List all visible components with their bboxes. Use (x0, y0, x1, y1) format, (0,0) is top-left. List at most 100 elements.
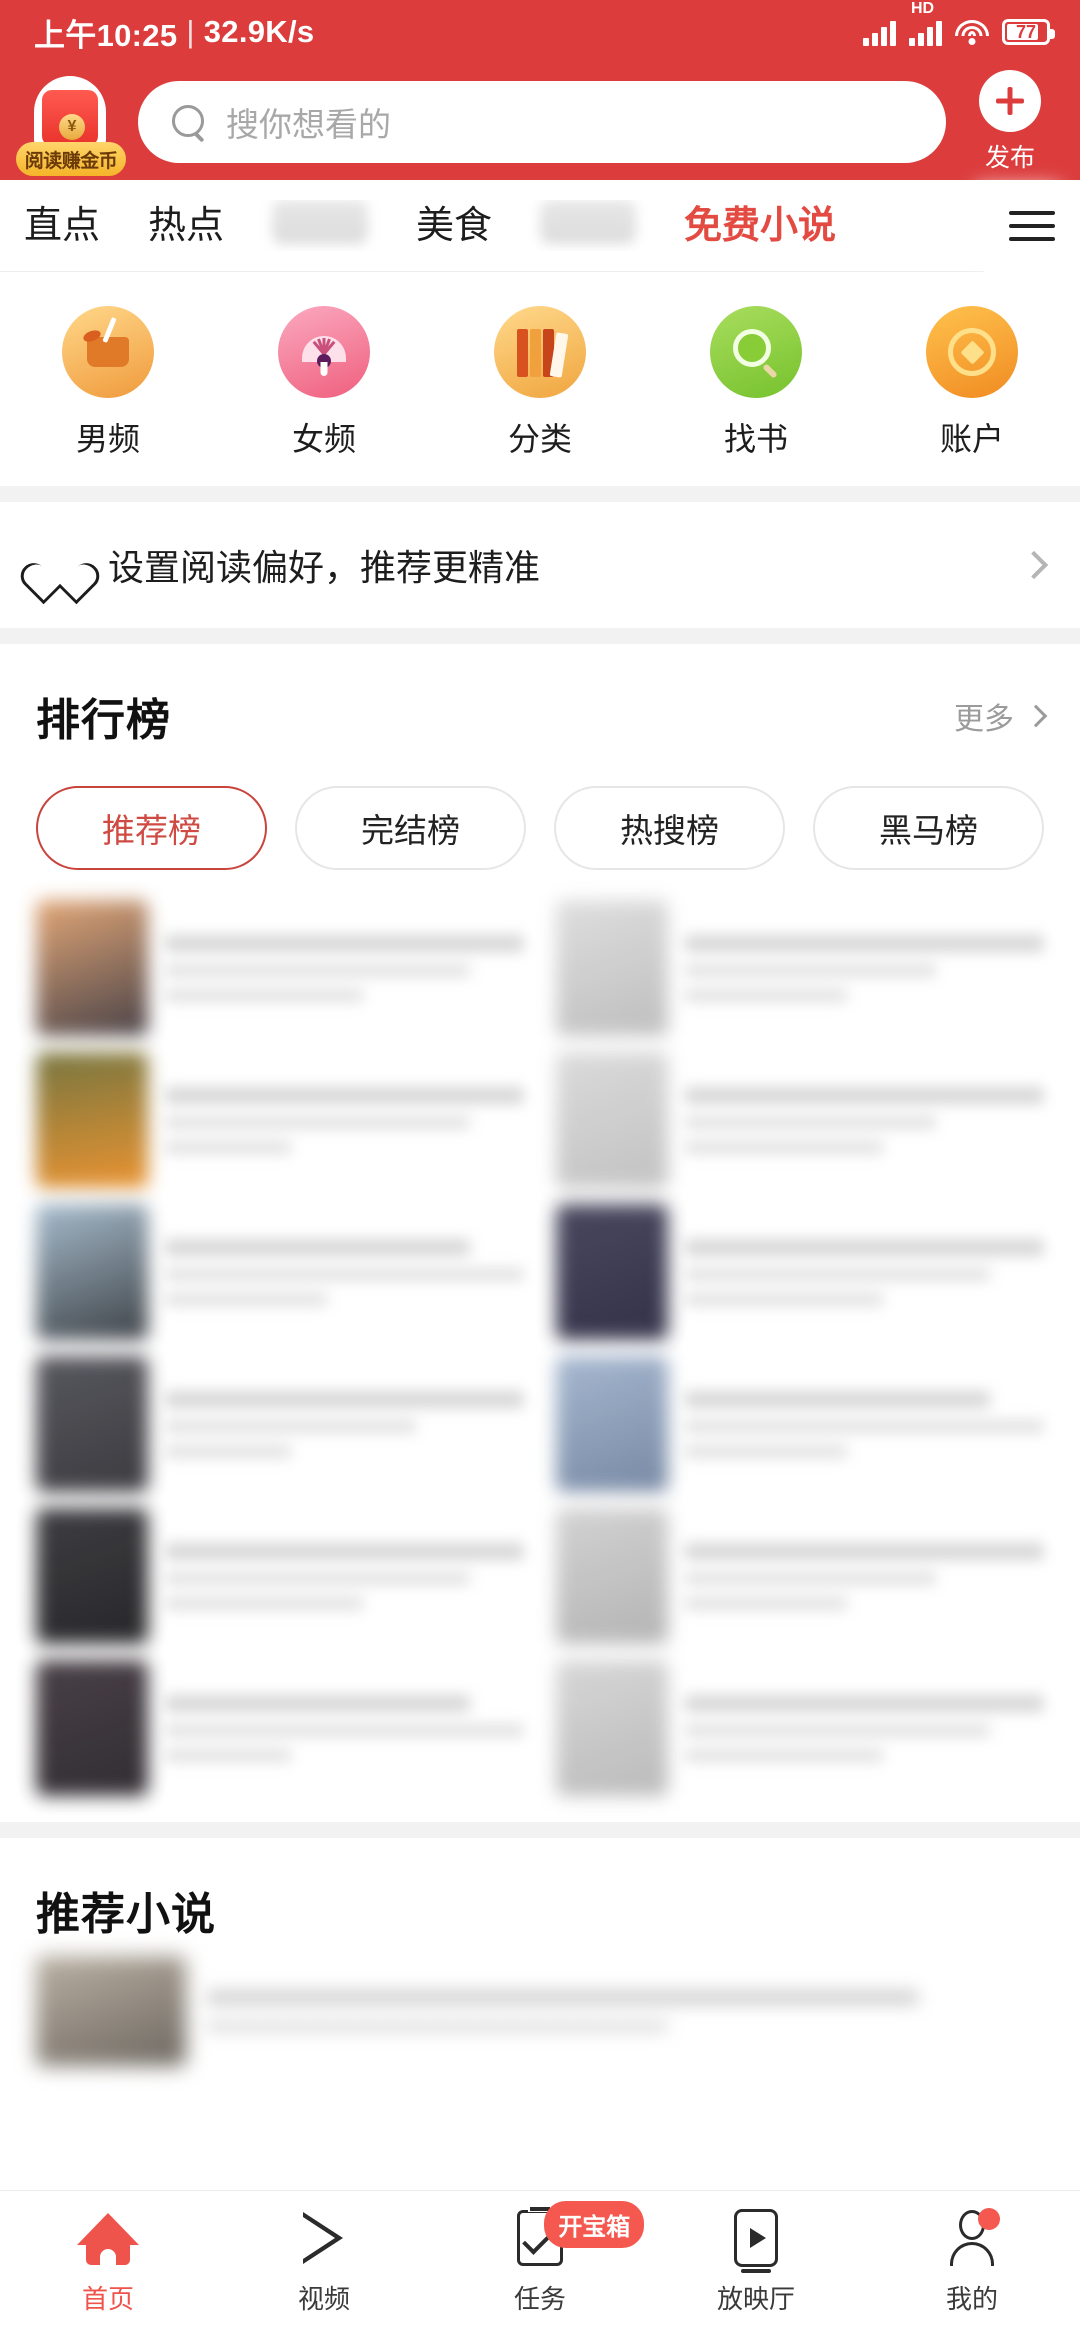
screening-icon (725, 2207, 787, 2269)
search-input[interactable]: 搜你想看的 (138, 81, 946, 163)
chip-darkhorse[interactable]: 黑马榜 (813, 786, 1044, 870)
book-cover (36, 1204, 148, 1340)
read-earn-coins-button[interactable]: ¥ 阅读赚金币 (18, 70, 122, 174)
hamburger-icon (1009, 211, 1055, 215)
ranking-chip-group: 推荐榜 完结榜 热搜榜 黑马榜 (0, 756, 1080, 892)
book-list-item[interactable] (540, 1500, 1060, 1652)
tab-label: 放映厅 (717, 2279, 795, 2316)
book-cover (556, 1204, 668, 1340)
tab-video[interactable]: 视频 (216, 2207, 432, 2316)
book-info (208, 1989, 1044, 2033)
search-row: ¥ 阅读赚金币 搜你想看的 发布 (0, 64, 1080, 180)
reward-badge-label: 阅读赚金币 (16, 142, 126, 176)
page-title: 排行榜 (36, 684, 954, 748)
book-list-item[interactable] (20, 1652, 540, 1804)
search-placeholder: 搜你想看的 (226, 98, 391, 146)
app-header: 上午10:25 | 32.9K/s HD 77 (0, 0, 1080, 180)
status-bar-left: 上午10:25 | 32.9K/s (34, 10, 314, 55)
status-time: 上午10:25 (34, 10, 177, 55)
hd-signal-icon: HD (909, 18, 942, 46)
ranking-more-button[interactable]: 更多 (954, 694, 1044, 738)
book-list-item[interactable] (20, 1348, 540, 1500)
quick-entry-account[interactable]: 账户 (864, 306, 1080, 460)
book-cover (556, 1660, 668, 1796)
book-info (686, 1239, 1044, 1306)
quick-entry-label: 账户 (940, 414, 1004, 460)
ranking-book-grid (0, 892, 1080, 1822)
hd-label: HD (911, 1, 934, 17)
book-info (686, 1543, 1044, 1610)
wifi-icon (955, 19, 989, 45)
quick-entry-female[interactable]: 女频 (216, 306, 432, 460)
book-info (166, 1391, 524, 1458)
tab-label: 首页 (82, 2279, 134, 2316)
search-icon (172, 105, 206, 139)
network-speed: 32.9K/s (204, 14, 315, 50)
book-cover (36, 1356, 148, 1492)
book-cover (556, 1508, 668, 1644)
category-tab-redian[interactable]: 热点 (124, 207, 248, 245)
tab-label: 任务 (514, 2279, 566, 2316)
status-bar: 上午10:25 | 32.9K/s HD 77 (0, 0, 1080, 64)
reading-preference-banner[interactable]: 设置阅读偏好，推荐更精准 (0, 502, 1080, 628)
signal-bars-icon (863, 18, 896, 46)
chip-hotsearch[interactable]: 热搜榜 (554, 786, 785, 870)
category-tab-free-novels[interactable]: 免费小说 (660, 207, 860, 245)
quick-entry-male[interactable]: 男频 (0, 306, 216, 460)
book-cover (556, 900, 668, 1036)
book-cover (556, 1052, 668, 1188)
book-list-item[interactable] (540, 1044, 1060, 1196)
more-label: 更多 (954, 694, 1014, 738)
tab-task[interactable]: 开宝箱 任务 (432, 2207, 648, 2316)
treasure-box-badge[interactable]: 开宝箱 (544, 2201, 644, 2248)
quick-entry-label: 女频 (292, 414, 356, 460)
chip-recommend[interactable]: 推荐榜 (36, 786, 267, 870)
category-tab-hidden-2[interactable] (516, 200, 660, 251)
quick-entry-category[interactable]: 分类 (432, 306, 648, 460)
book-info (166, 1543, 524, 1610)
category-tab-hidden-1[interactable] (248, 200, 392, 251)
book-list-item[interactable] (540, 1196, 1060, 1348)
heart-icon (36, 544, 82, 586)
chip-completed[interactable]: 完结榜 (295, 786, 526, 870)
blur-blob (540, 200, 636, 244)
battery-icon: 77 (1002, 19, 1050, 45)
status-separator: | (186, 14, 194, 50)
book-cover (36, 1660, 148, 1796)
tab-label: 视频 (298, 2279, 350, 2316)
category-tab-zhidian[interactable]: 直点 (0, 207, 124, 245)
category-tab-scroll[interactable]: 直点 热点 美食 免费小说 (0, 200, 984, 251)
books-icon (494, 306, 586, 398)
home-icon (77, 2207, 139, 2269)
recommend-list-item[interactable] (0, 1950, 1080, 2072)
chevron-right-icon (1020, 551, 1048, 579)
ranking-panel: 排行榜 更多 推荐榜 完结榜 热搜榜 黑马榜 (0, 644, 1080, 1822)
play-icon (293, 2207, 355, 2269)
book-list-item[interactable] (20, 892, 540, 1044)
tab-profile[interactable]: 我的 (864, 2207, 1080, 2316)
book-list-item[interactable] (20, 1196, 540, 1348)
book-list-item[interactable] (540, 1652, 1060, 1804)
section-divider (0, 486, 1080, 502)
book-list-item[interactable] (20, 1500, 540, 1652)
book-list-item[interactable] (540, 892, 1060, 1044)
magnifier-icon (710, 306, 802, 398)
book-cover (36, 1508, 148, 1644)
section-divider (0, 1822, 1080, 1838)
book-cover (36, 900, 148, 1036)
quick-entry-findbook[interactable]: 找书 (648, 306, 864, 460)
fan-icon (278, 306, 370, 398)
tab-screening-room[interactable]: 放映厅 (648, 2207, 864, 2316)
tab-home[interactable]: 首页 (0, 2207, 216, 2316)
publish-button[interactable]: 发布 (962, 70, 1058, 174)
book-list-item[interactable] (20, 1044, 540, 1196)
category-tab-meishi[interactable]: 美食 (392, 207, 516, 245)
book-list-item[interactable] (540, 1348, 1060, 1500)
quick-entry-label: 分类 (508, 414, 572, 460)
category-menu-button[interactable] (984, 180, 1080, 272)
category-tab-bar: 直点 热点 美食 免费小说 (0, 180, 1080, 272)
coin-icon: ¥ (59, 114, 85, 140)
blur-blob (272, 200, 368, 244)
plus-icon (979, 70, 1041, 132)
book-info (686, 1695, 1044, 1762)
